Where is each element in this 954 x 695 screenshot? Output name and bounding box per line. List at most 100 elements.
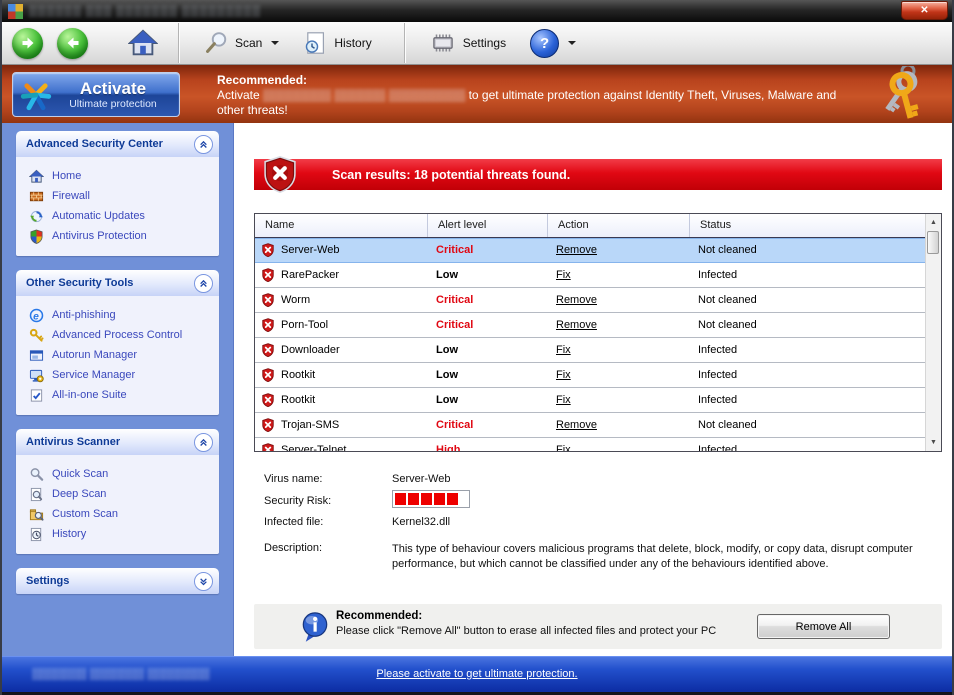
activate-link[interactable]: Please activate to get ultimate protecti… bbox=[2, 668, 952, 680]
threat-row-rootkit[interactable]: Rootkit Low Fix Infected bbox=[255, 363, 925, 388]
banner-message: Recommended: Activate ▒▒▒▒▒▒▒▒ ▒▒▒▒▒▒ ▒▒… bbox=[217, 73, 857, 118]
help-dropdown-caret-icon[interactable] bbox=[568, 41, 577, 45]
action-link[interactable]: Remove bbox=[556, 319, 597, 331]
column-header-action[interactable]: Action bbox=[547, 214, 689, 237]
chevron-down-icon[interactable] bbox=[194, 571, 213, 591]
history-button[interactable]: History bbox=[291, 23, 383, 63]
sidebar-item-firewall[interactable]: Firewall bbox=[16, 186, 219, 206]
panel-header-other-security-tools[interactable]: Other Security Tools bbox=[16, 270, 219, 296]
threat-shield-icon bbox=[261, 243, 275, 257]
sidebar-item-label: Anti-phishing bbox=[52, 309, 116, 321]
close-button[interactable]: ✕ bbox=[901, 1, 948, 20]
sidebar-panel-antivirus-scanner: Antivirus Scanner Quick Scan Deep Scan Cust… bbox=[16, 429, 219, 554]
anti-phishing-icon bbox=[29, 308, 44, 323]
threat-name-cell: Server-Web bbox=[255, 243, 427, 257]
chevron-up-icon[interactable] bbox=[194, 432, 213, 452]
action-cell: Fix bbox=[547, 344, 689, 356]
sidebar-item-deep-scan[interactable]: Deep Scan bbox=[16, 484, 219, 504]
app-icon bbox=[8, 3, 23, 19]
sidebar-item-service-manager[interactable]: Service Manager bbox=[16, 365, 219, 385]
threat-row-trojan-sms[interactable]: Trojan-SMS Critical Remove Not cleaned bbox=[255, 413, 925, 438]
panel-body: Quick Scan Deep Scan Custom Scan History bbox=[16, 455, 219, 554]
threat-shield-icon bbox=[261, 318, 275, 332]
home-button[interactable] bbox=[128, 28, 158, 58]
column-header-name[interactable]: Name bbox=[255, 214, 427, 237]
security-risk-label: Security Risk: bbox=[264, 495, 332, 507]
help-button[interactable]: ? bbox=[518, 23, 588, 63]
sidebar-item-all-in-one-suite[interactable]: All-in-one Suite bbox=[16, 385, 219, 405]
panel-header-advanced-security-center[interactable]: Advanced Security Center bbox=[16, 131, 219, 157]
help-glyph: ? bbox=[539, 34, 550, 52]
description-label: Description: bbox=[264, 542, 323, 554]
toolbar: Scan History Settings ? bbox=[2, 22, 952, 65]
column-header-status[interactable]: Status bbox=[689, 214, 925, 237]
antivirus-protection-icon bbox=[29, 229, 44, 244]
chevron-up-icon[interactable] bbox=[194, 134, 213, 154]
action-cell: Fix bbox=[547, 369, 689, 381]
sidebar-item-autorun-manager[interactable]: Autorun Manager bbox=[16, 345, 219, 365]
sidebar-item-label: Service Manager bbox=[52, 369, 136, 381]
action-link[interactable]: Fix bbox=[556, 444, 571, 451]
threat-name-cell: Server-Telnet bbox=[255, 443, 427, 451]
action-link[interactable]: Remove bbox=[556, 294, 597, 306]
threat-row-rootkit[interactable]: Rootkit Low Fix Infected bbox=[255, 388, 925, 413]
action-link[interactable]: Fix bbox=[556, 344, 571, 356]
threat-shield-icon bbox=[261, 268, 275, 282]
column-header-alert[interactable]: Alert level bbox=[427, 214, 547, 237]
action-link[interactable]: Fix bbox=[556, 394, 571, 406]
all-in-one-suite-icon bbox=[29, 388, 44, 403]
action-link[interactable]: Fix bbox=[556, 369, 571, 381]
sidebar-item-antivirus-protection[interactable]: Antivirus Protection bbox=[16, 226, 219, 246]
scan-results-banner: Scan results: 18 potential threats found… bbox=[254, 159, 942, 190]
forward-button[interactable] bbox=[57, 27, 88, 59]
status-value: Infected bbox=[698, 344, 738, 356]
panel-title: Antivirus Scanner bbox=[26, 436, 121, 448]
action-link[interactable]: Remove bbox=[556, 244, 597, 256]
banner-text-prefix: Activate bbox=[217, 88, 260, 102]
threat-row-worm[interactable]: Worm Critical Remove Not cleaned bbox=[255, 288, 925, 313]
scrollbar-thumb[interactable] bbox=[927, 231, 939, 254]
title-bar: ▒▒▒▒▒▒ ▒▒▒ ▒▒▒▒▒▒▒ ▒▒▒▒▒▒▒▒▒ ✕ bbox=[2, 0, 952, 22]
threat-row-server-web[interactable]: Server-Web Critical Remove Not cleaned bbox=[255, 238, 925, 263]
action-link[interactable]: Fix bbox=[556, 269, 571, 281]
sidebar-item-history[interactable]: History bbox=[16, 524, 219, 544]
threat-row-downloader[interactable]: Downloader Low Fix Infected bbox=[255, 338, 925, 363]
vertical-scrollbar[interactable]: ▲ ▼ bbox=[925, 214, 941, 451]
panel-header-antivirus-scanner[interactable]: Antivirus Scanner bbox=[16, 429, 219, 455]
scroll-down-arrow-icon[interactable]: ▼ bbox=[926, 435, 941, 450]
scan-button[interactable]: Scan bbox=[192, 23, 291, 63]
infected-file-label: Infected file: bbox=[264, 516, 324, 528]
threat-shield-icon bbox=[261, 155, 299, 193]
toolbar-separator bbox=[178, 23, 180, 63]
scan-dropdown-caret-icon[interactable] bbox=[271, 41, 280, 45]
automatic-updates-icon bbox=[29, 209, 44, 224]
sidebar-item-custom-scan[interactable]: Custom Scan bbox=[16, 504, 219, 524]
scroll-up-arrow-icon[interactable]: ▲ bbox=[926, 215, 941, 230]
quick-scan-icon bbox=[29, 467, 44, 482]
sidebar-item-home[interactable]: Home bbox=[16, 166, 219, 186]
sidebar-item-quick-scan[interactable]: Quick Scan bbox=[16, 464, 219, 484]
settings-button[interactable]: Settings bbox=[418, 23, 518, 63]
sidebar-item-anti-phishing[interactable]: Anti-phishing bbox=[16, 305, 219, 325]
threat-row-server-telnet[interactable]: Server-Telnet High Fix Infected bbox=[255, 438, 925, 451]
remove-all-button[interactable]: Remove All bbox=[757, 614, 890, 639]
chevron-up-icon[interactable] bbox=[194, 273, 213, 293]
action-link[interactable]: Remove bbox=[556, 419, 597, 431]
alert-level: Critical bbox=[436, 319, 474, 331]
activate-button[interactable]: Activate Ultimate protection bbox=[12, 72, 180, 117]
threat-details: Virus name: Server-Web Security Risk: In… bbox=[254, 459, 942, 599]
activation-banner: Activate Ultimate protection Recommended… bbox=[2, 65, 952, 123]
threat-name-cell: Rootkit bbox=[255, 368, 427, 382]
sidebar: Advanced Security Center Home Firewall Auto… bbox=[2, 123, 234, 656]
back-button[interactable] bbox=[12, 27, 43, 59]
panel-header-settings[interactable]: Settings bbox=[16, 568, 219, 594]
threat-name: Porn-Tool bbox=[281, 319, 329, 331]
status-value: Not cleaned bbox=[698, 294, 757, 306]
firewall-icon bbox=[29, 189, 44, 204]
panel-body: Anti-phishing Advanced Process Control Aut… bbox=[16, 296, 219, 415]
threat-row-porn-tool[interactable]: Porn-Tool Critical Remove Not cleaned bbox=[255, 313, 925, 338]
sidebar-item-automatic-updates[interactable]: Automatic Updates bbox=[16, 206, 219, 226]
sidebar-item-advanced-process-control[interactable]: Advanced Process Control bbox=[16, 325, 219, 345]
history-label: History bbox=[334, 36, 372, 50]
threat-row-rarepacker[interactable]: RarePacker Low Fix Infected bbox=[255, 263, 925, 288]
